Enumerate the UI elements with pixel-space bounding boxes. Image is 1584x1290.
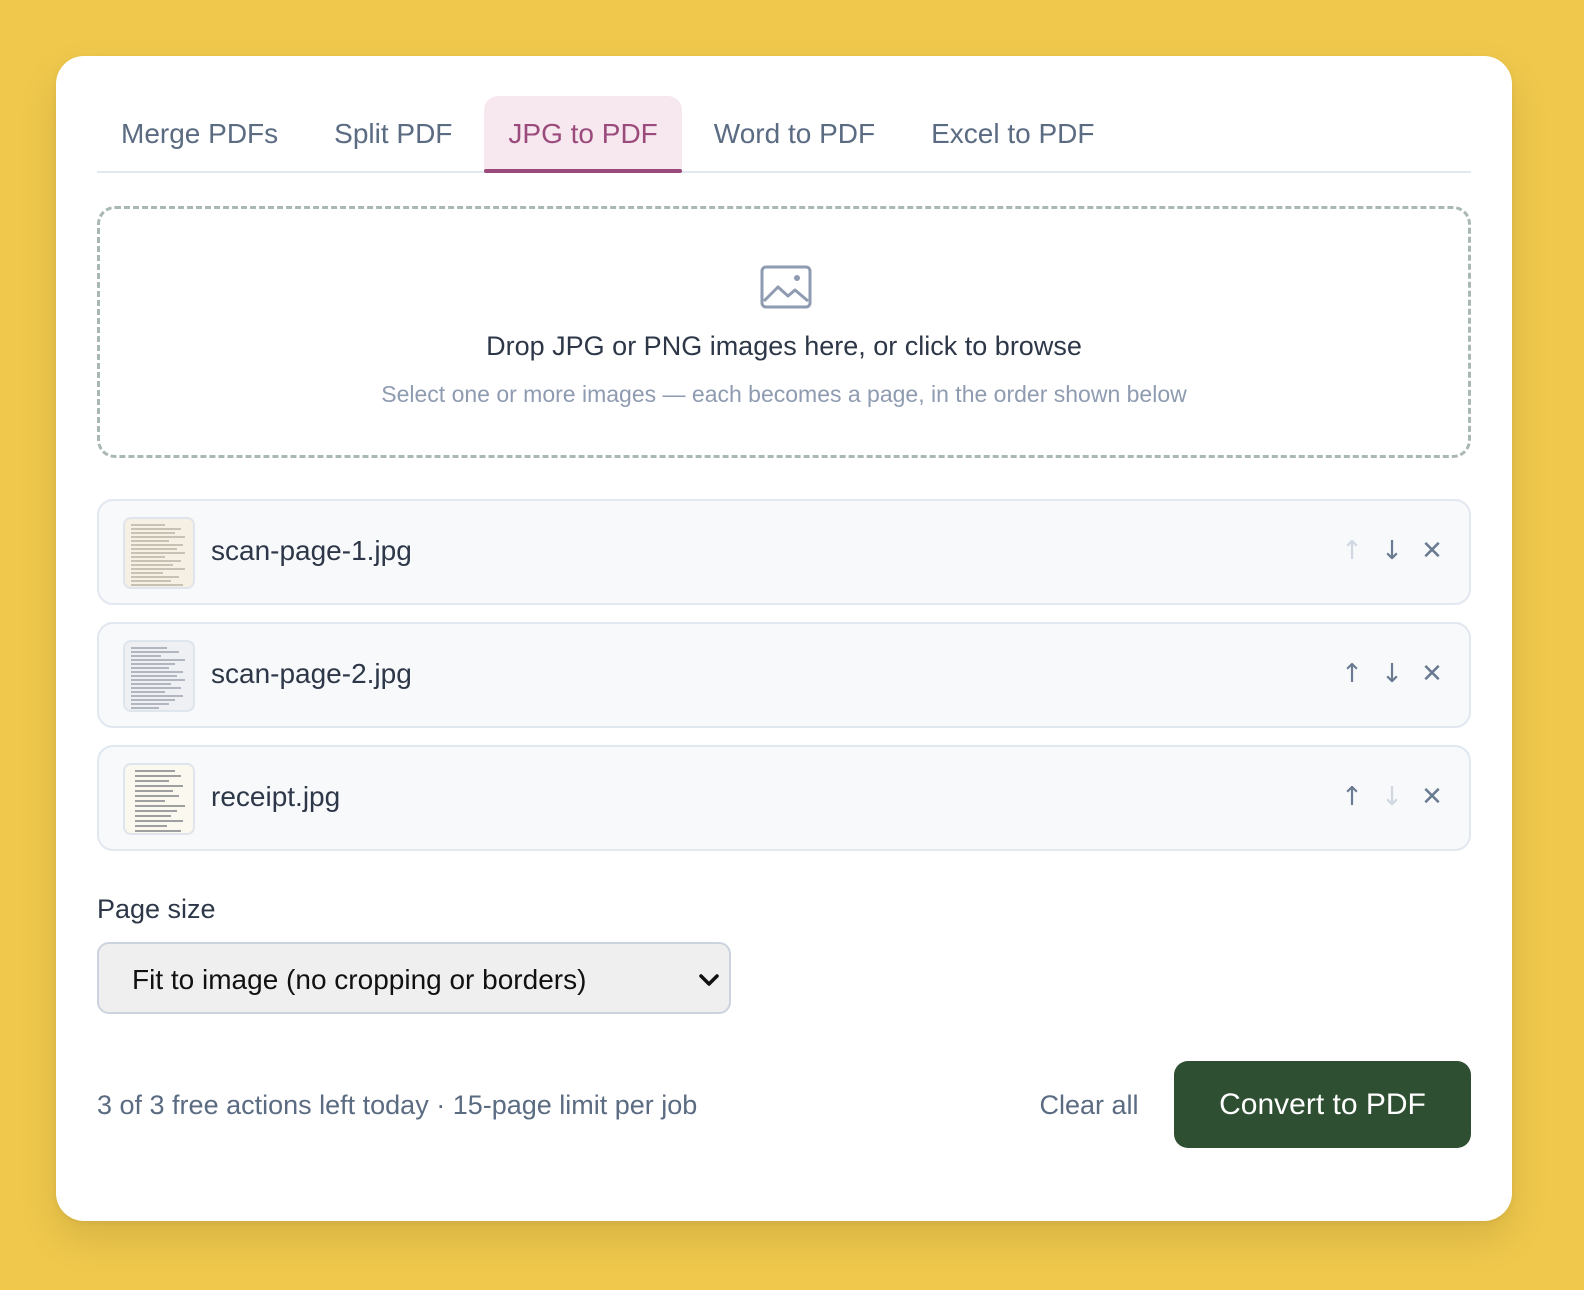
move-up-button[interactable]: ↑ [1335,652,1369,696]
chevron-down-icon [699,974,719,986]
tab-split-pdf[interactable]: Split PDF [310,96,476,171]
page-size-selected-value: Fit to image (no cropping or borders) [132,964,587,995]
file-thumbnail [123,517,195,589]
page-size-select[interactable]: Fit to image (no cropping or borders) [97,942,731,1014]
file-thumbnail [123,763,195,835]
move-up-button[interactable]: ↑ [1335,775,1369,819]
file-name: scan-page-2.jpg [211,658,412,689]
tab-word-to-pdf[interactable]: Word to PDF [690,96,899,171]
image-dropzone[interactable]: Drop JPG or PNG images here, or click to… [97,206,1471,458]
page-size-label: Page size [97,894,216,924]
usage-note: 3 of 3 free actions left today · 15-page… [97,1090,698,1120]
remove-file-button[interactable]: ✕ [1415,652,1449,696]
move-up-button[interactable]: ↑ [1335,529,1369,573]
tab-jpg-to-pdf[interactable]: JPG to PDF [484,96,683,173]
tool-tabs: Merge PDFs Split PDF JPG to PDF Word to … [97,96,1471,173]
move-down-button[interactable]: ↓ [1375,529,1409,573]
file-name: scan-page-1.jpg [211,535,412,566]
file-row: scan-page-2.jpg ↑ ↓ ✕ [97,622,1471,728]
move-down-button[interactable]: ↓ [1375,775,1409,819]
remove-file-button[interactable]: ✕ [1415,529,1449,573]
file-row: scan-page-1.jpg ↑ ↓ ✕ [97,499,1471,605]
tool-card: Merge PDFs Split PDF JPG to PDF Word to … [56,56,1512,1221]
file-row: receipt.jpg ↑ ↓ ✕ [97,745,1471,851]
tab-excel-to-pdf[interactable]: Excel to PDF [907,96,1118,171]
tab-merge-pdfs[interactable]: Merge PDFs [97,96,302,171]
clear-all-button[interactable]: Clear all [1024,1080,1154,1130]
move-down-button[interactable]: ↓ [1375,652,1409,696]
file-thumbnail [123,640,195,712]
convert-to-pdf-button[interactable]: Convert to PDF [1174,1061,1471,1148]
dropzone-title: Drop JPG or PNG images here, or click to… [486,331,1082,361]
file-name: receipt.jpg [211,781,341,812]
image-icon [760,265,812,309]
dropzone-subtitle: Select one or more images — each becomes… [381,381,1187,407]
remove-file-button[interactable]: ✕ [1415,775,1449,819]
